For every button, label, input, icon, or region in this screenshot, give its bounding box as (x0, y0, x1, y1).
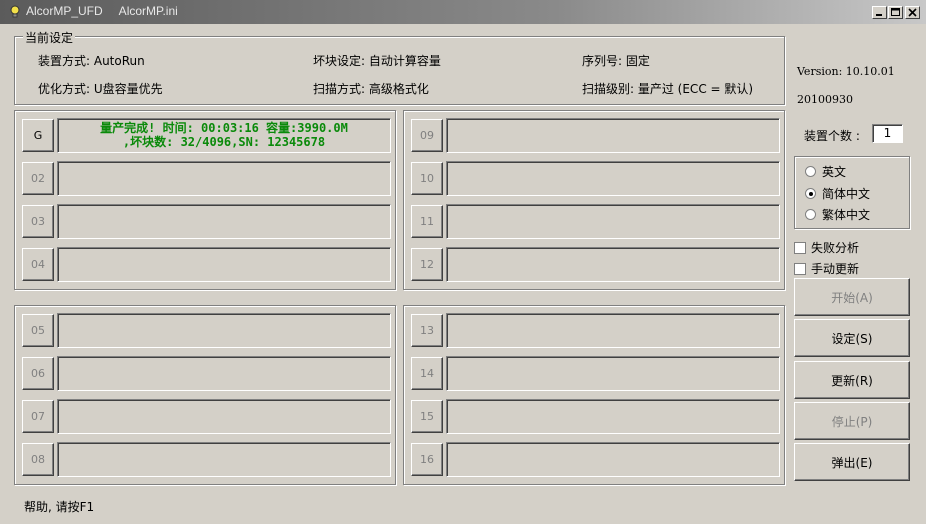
port-status-15 (446, 399, 780, 434)
port-status-8 (57, 442, 391, 477)
device-count-label: 装置个数 : (804, 129, 860, 143)
status-bar-help: 帮助, 请按F1 (24, 500, 95, 514)
manual-update-label: 手动更新 (811, 262, 860, 276)
port-status-3 (57, 204, 391, 239)
port-status-text-1: 量产完成! 时间: 00:03:16 容量:3990.0M ,坏块数: 32/4… (100, 121, 348, 149)
window-title: AlcorMP_UFD AlcorMP.ini (26, 4, 178, 18)
scan-level-text: 扫描级别: 量产过 (ECC = 默认) (582, 82, 754, 96)
optimize-text: 优化方式: U盘容量优先 (38, 82, 163, 96)
port-status-4 (57, 247, 391, 282)
port-button-2[interactable]: 02 (22, 162, 54, 195)
version-text: Version: 10.10.01 (797, 65, 895, 78)
port-button-11[interactable]: 11 (411, 205, 443, 238)
port-button-4[interactable]: 04 (22, 248, 54, 281)
refresh-button[interactable]: 更新(R) (794, 361, 910, 399)
install-mode-text: 装置方式: AutoRun (38, 54, 145, 68)
settings-group-title: 当前设定 (23, 29, 76, 46)
manual-update-checkbox[interactable]: 手动更新 (794, 260, 859, 277)
port-button-6[interactable]: 06 (22, 357, 54, 390)
serial-text: 序列号: 固定 (582, 54, 650, 68)
radio-traditional-chinese-label: 繁体中文 (822, 208, 871, 222)
start-button[interactable]: 开始(A) (794, 278, 910, 316)
radio-traditional-chinese[interactable]: 繁体中文 (805, 206, 870, 223)
port-status-7 (57, 399, 391, 434)
port-status-13 (446, 313, 780, 348)
maximize-button[interactable] (888, 6, 903, 19)
radio-simplified-chinese-label: 简体中文 (822, 187, 871, 201)
port-status-9 (446, 118, 780, 153)
port-button-16[interactable]: 16 (411, 443, 443, 476)
close-icon (908, 8, 917, 17)
build-date-text: 20100930 (797, 93, 853, 106)
port-button-7[interactable]: 07 (22, 400, 54, 433)
port-button-3[interactable]: 03 (22, 205, 54, 238)
port-status-2 (57, 161, 391, 196)
port-button-5[interactable]: 05 (22, 314, 54, 347)
minimize-icon (876, 14, 882, 16)
fail-analysis-checkbox[interactable]: 失败分析 (794, 239, 859, 256)
eject-button[interactable]: 弹出(E) (794, 443, 910, 481)
lightbulb-icon (10, 5, 20, 18)
port-button-9[interactable]: 09 (411, 119, 443, 152)
port-status-11 (446, 204, 780, 239)
device-count-field[interactable]: 1 (872, 124, 903, 143)
title-bar: AlcorMP_UFD AlcorMP.ini (0, 0, 926, 24)
port-status-10 (446, 161, 780, 196)
port-status-12 (446, 247, 780, 282)
minimize-button[interactable] (872, 6, 887, 19)
radio-simplified-chinese[interactable]: 简体中文 (805, 185, 870, 202)
port-status-16 (446, 442, 780, 477)
radio-english[interactable]: 英文 (805, 163, 846, 180)
settings-button[interactable]: 设定(S) (794, 319, 910, 357)
port-button-15[interactable]: 15 (411, 400, 443, 433)
scan-mode-text: 扫描方式: 高级格式化 (313, 82, 429, 96)
fail-analysis-label: 失败分析 (811, 241, 860, 255)
radio-english-circle[interactable] (805, 166, 816, 177)
port-button-8[interactable]: 08 (22, 443, 54, 476)
port-button-1[interactable]: G (22, 119, 54, 152)
port-status-6 (57, 356, 391, 391)
radio-english-label: 英文 (822, 165, 847, 179)
stop-button[interactable]: 停止(P) (794, 402, 910, 440)
fail-analysis-box[interactable] (794, 241, 806, 254)
bad-block-text: 坏块设定: 自动计算容量 (313, 54, 441, 68)
radio-simplified-chinese-circle[interactable] (805, 188, 816, 199)
maximize-icon (891, 8, 900, 16)
manual-update-box[interactable] (794, 262, 806, 275)
port-button-10[interactable]: 10 (411, 162, 443, 195)
close-button[interactable] (905, 6, 920, 19)
radio-traditional-chinese-circle[interactable] (805, 209, 816, 220)
port-button-13[interactable]: 13 (411, 314, 443, 347)
port-button-14[interactable]: 14 (411, 357, 443, 390)
port-status-1: 量产完成! 时间: 00:03:16 容量:3990.0M ,坏块数: 32/4… (57, 118, 391, 153)
port-button-12[interactable]: 12 (411, 248, 443, 281)
port-status-5 (57, 313, 391, 348)
port-status-14 (446, 356, 780, 391)
